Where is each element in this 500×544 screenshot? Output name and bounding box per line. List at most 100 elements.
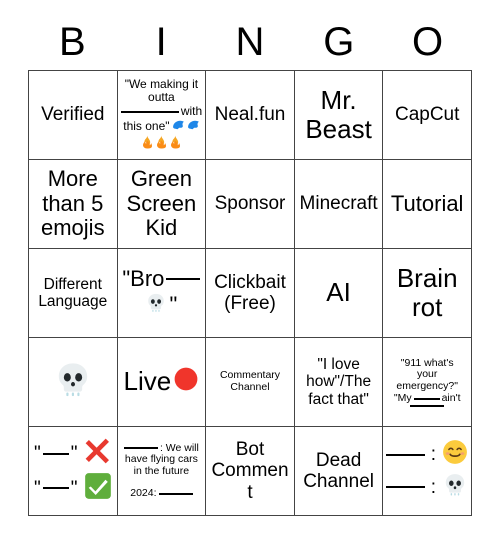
- quote-close: ": [70, 443, 78, 465]
- bingo-cell-g4-line3: fact that": [308, 390, 369, 408]
- bingo-cell-i1-line4: this one": [121, 118, 203, 134]
- bingo-cell-g1-content: Mr. Beast: [298, 84, 380, 144]
- bingo-cell-i1-line2: outta: [148, 90, 175, 105]
- cross-mark-icon: [84, 437, 112, 470]
- bingo-cell-g5-content: Dead Channel: [298, 450, 380, 493]
- bingo-cell-o5-content: : :: [386, 438, 468, 504]
- bingo-cell-o3-content: Brain rot: [386, 263, 468, 322]
- bingo-header: B I N G O: [28, 16, 472, 68]
- check-mark-icon: [84, 472, 112, 505]
- bingo-cell-o4-line3: emergency?": [396, 380, 458, 392]
- bingo-cell-n3-line1: Clickbait: [214, 271, 286, 293]
- bingo-cell-n1[interactable]: Neal.fun: [206, 71, 295, 160]
- bingo-cell-b5-row1: " ": [32, 437, 114, 470]
- bingo-cell-n5-line1: Bot: [235, 439, 265, 461]
- bingo-cell-b4[interactable]: [29, 338, 118, 427]
- bingo-cell-g3[interactable]: AI: [294, 249, 384, 338]
- bingo-cell-n5[interactable]: Bot Comment: [206, 427, 295, 516]
- header-letter-o: O: [412, 20, 444, 64]
- bingo-cell-o5-row1: :: [386, 439, 468, 470]
- speaking-head-icon: [172, 118, 185, 134]
- bingo-cell-o2[interactable]: Tutorial: [383, 160, 472, 249]
- bingo-cell-i5[interactable]: : We will have flying cars in the future…: [117, 427, 207, 516]
- bingo-cell-o2-label: Tutorial: [390, 190, 464, 216]
- blank-underscore: [386, 486, 425, 489]
- bingo-cell-i2[interactable]: Green Screen Kid: [117, 160, 207, 249]
- blank-underscore: [166, 278, 201, 281]
- bingo-cell-o1[interactable]: CapCut: [383, 71, 472, 160]
- bingo-cell-o3[interactable]: Brain rot: [383, 249, 472, 338]
- bingo-grid: Verified "We making it outta with this o…: [28, 70, 472, 516]
- bingo-cell-b1[interactable]: Verified: [29, 71, 118, 160]
- bingo-cell-i1-line4-text: this one": [123, 118, 170, 133]
- bingo-cell-o1-label: CapCut: [394, 104, 460, 126]
- bingo-cell-g4[interactable]: "I love how"/The fact that": [294, 338, 384, 427]
- bingo-cell-i3-line1: "Bro: [121, 266, 203, 292]
- bingo-cell-o4-line4-prefix: "My: [393, 391, 412, 404]
- blank-underscore: [386, 453, 425, 456]
- bingo-cell-i1-line5: [121, 135, 203, 152]
- bingo-cell-i4-content: Live: [121, 366, 203, 398]
- bingo-cell-b5-content: " " " ": [32, 436, 114, 506]
- bingo-cell-g1[interactable]: Mr. Beast: [294, 71, 384, 160]
- bingo-cell-o5-separator-1: :: [430, 444, 436, 466]
- bingo-cell-g1-line1: Mr.: [320, 84, 357, 115]
- bingo-cell-i1[interactable]: "We making it outta with this one": [117, 71, 207, 160]
- bingo-cell-g4-content: "I love how"/The fact that": [298, 356, 380, 408]
- bingo-cell-i1-content: "We making it outta with this one": [120, 76, 203, 152]
- bingo-cell-o4-line4-mid: ain't: [441, 391, 461, 404]
- bingo-cell-g4-line2: how"/The: [306, 373, 372, 391]
- bingo-cell-o4-content: "911 what's your emergency?" "My ain't: [386, 357, 468, 407]
- fire-icon: [169, 135, 181, 152]
- bingo-cell-n5-line2: Comment: [211, 460, 289, 503]
- fire-icon: [155, 135, 167, 152]
- bingo-cell-i3[interactable]: "Bro ": [117, 249, 207, 338]
- bingo-cell-n4-content: Commentary Channel: [209, 369, 291, 394]
- bingo-cell-n3[interactable]: Clickbait (Free): [206, 249, 295, 338]
- header-letter-g: G: [323, 20, 355, 64]
- quote-close: ": [70, 477, 78, 499]
- header-letter-b: B: [59, 20, 86, 64]
- bingo-cell-b2-line1: More: [47, 166, 98, 192]
- bingo-cell-b3[interactable]: Different Language: [29, 249, 118, 338]
- speaking-head-icon: [187, 118, 200, 134]
- bingo-cell-b3-line1: Different: [43, 275, 102, 293]
- bingo-cell-i3-suffix: ": [169, 292, 178, 317]
- bingo-cell-i4[interactable]: Live: [117, 338, 207, 427]
- bingo-cell-n2-label: Sponsor: [214, 193, 286, 215]
- blank-underscore: [123, 447, 158, 450]
- blank-underscore: [158, 492, 193, 495]
- bingo-cell-n3-content: Clickbait (Free): [209, 272, 291, 315]
- bingo-cell-i1-line3: with: [120, 104, 202, 118]
- bingo-cell-n5-content: Bot Comment: [209, 439, 291, 503]
- bingo-cell-n4[interactable]: Commentary Channel: [206, 338, 295, 427]
- bingo-cell-n2[interactable]: Sponsor: [206, 160, 295, 249]
- bingo-cell-g2[interactable]: Minecraft: [294, 160, 384, 249]
- bingo-cell-o4[interactable]: "911 what's your emergency?" "My ain't: [383, 338, 472, 427]
- bingo-cell-b5[interactable]: " " " ": [29, 427, 118, 516]
- bingo-cell-i3-content: "Bro ": [121, 266, 203, 319]
- bingo-cell-n1-label: Neal.fun: [214, 104, 286, 126]
- bingo-cell-b2-line3: emojis: [41, 215, 105, 241]
- bingo-cell-o5[interactable]: : :: [383, 427, 472, 516]
- bingo-cell-g3-label: AI: [326, 277, 351, 308]
- bingo-cell-i5-line3: in the future: [133, 465, 190, 477]
- bingo-cell-i1-line1: "We making it: [124, 76, 199, 91]
- quoted-blank-2: " ": [34, 478, 78, 499]
- bingo-card: B I N G O Verified "We making it outta w…: [0, 0, 500, 544]
- bingo-cell-b4-content: [32, 360, 114, 405]
- blank-underscore: [410, 404, 445, 407]
- bingo-cell-o4-line5: [386, 404, 468, 407]
- bingo-cell-b5-row2: " ": [32, 472, 114, 505]
- bingo-cell-b2[interactable]: More than 5 emojis: [29, 160, 118, 249]
- bingo-cell-i2-line1: Green: [130, 166, 192, 192]
- bingo-cell-g2-label: Minecraft: [299, 193, 378, 215]
- quote-open: ": [34, 443, 41, 465]
- bingo-cell-o3-line2: rot: [412, 292, 443, 322]
- bingo-cell-g4-line1: "I love: [317, 355, 360, 373]
- blank-underscore: [413, 397, 440, 400]
- bingo-cell-g5[interactable]: Dead Channel: [294, 427, 384, 516]
- bingo-cell-i4-label: Live: [123, 366, 172, 397]
- bingo-cell-b1-label: Verified: [41, 104, 105, 126]
- bingo-cell-n4-line2: Channel: [230, 381, 270, 393]
